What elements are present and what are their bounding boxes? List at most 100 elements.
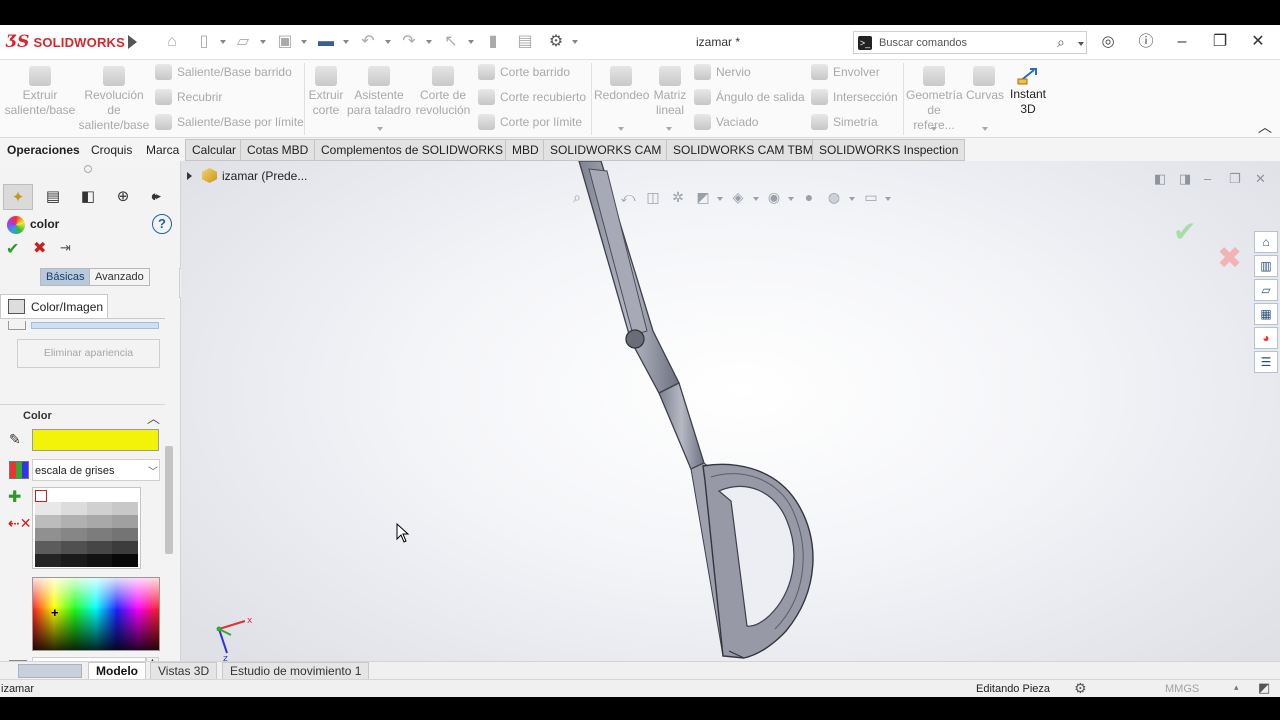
rebuild-status-icon[interactable]: ⚙ xyxy=(1074,680,1087,697)
home-icon[interactable]: ⌂ xyxy=(161,32,183,52)
save-dropdown-icon[interactable] xyxy=(301,40,307,44)
shell-button[interactable]: Vaciado xyxy=(694,113,758,131)
viewport-minimize-icon[interactable]: – xyxy=(1204,171,1211,186)
flyout-feature-tree[interactable]: izamar (Prede... xyxy=(187,168,307,183)
tab-modelo[interactable]: Modelo xyxy=(88,662,146,680)
redo-icon[interactable]: ↷ xyxy=(398,32,420,52)
color-image-tab[interactable]: Color/Imagen xyxy=(0,294,108,318)
swept-boss-button[interactable]: Saliente/Base barrido xyxy=(155,63,292,81)
search-icon[interactable]: ⌕ xyxy=(1057,34,1065,51)
tab-solidworks-inspection[interactable]: SOLIDWORKS Inspection xyxy=(812,139,966,161)
curves-button[interactable]: Curvas xyxy=(966,66,1004,103)
panel-tabs-scroll-icon[interactable]: ◂▸ xyxy=(152,191,161,202)
linear-pattern-button[interactable]: Matriz lineal xyxy=(652,66,688,118)
loft-button[interactable]: Recubrir xyxy=(155,88,222,106)
appearances-scenes-icon[interactable]: ◕ xyxy=(1254,327,1278,349)
tab-calcular[interactable]: Calcular xyxy=(185,139,244,161)
solidworks-resources-icon[interactable]: ⌂ xyxy=(1254,231,1278,253)
tab-operaciones[interactable]: Operaciones xyxy=(0,139,87,161)
close-window-button[interactable]: ✕ xyxy=(1244,30,1272,54)
open-dropdown-icon[interactable] xyxy=(260,40,266,44)
chevron-up-icon[interactable]: ︿ xyxy=(147,408,160,427)
custom-properties-icon[interactable]: ☰ xyxy=(1254,351,1278,373)
remove-appearance-button[interactable]: Eliminar apariencia xyxy=(17,339,160,368)
viewport-split-icon[interactable]: ◧ xyxy=(1154,171,1166,187)
tab-solidworks-cam[interactable]: SOLIDWORKS CAM xyxy=(543,139,669,161)
print-icon[interactable]: ▬ xyxy=(315,32,337,52)
picker-crosshair-icon[interactable]: + xyxy=(51,605,59,620)
graphics-area[interactable]: izamar (Prede... ⌕ ⌕ ⤺ ◫ ✲ ◩ ◈ ◉ ● ◍ ▭ ◧… xyxy=(181,161,1280,661)
curves-dropdown-icon[interactable] xyxy=(982,127,988,131)
dimxpert-tab[interactable]: ⊕ xyxy=(108,184,138,210)
confirm-ok-icon[interactable]: ✔ xyxy=(1173,215,1196,248)
select-dropdown-icon[interactable] xyxy=(468,40,474,44)
command-search[interactable]: >_ Buscar comandos ⌕ xyxy=(853,31,1087,54)
save-icon[interactable]: ▣ xyxy=(274,32,296,52)
rib-button[interactable]: Nervio xyxy=(694,63,751,81)
units-dropdown-icon[interactable]: ▴ xyxy=(1234,682,1239,693)
eyedropper-icon[interactable]: ✎ xyxy=(9,431,27,451)
print-dropdown-icon[interactable] xyxy=(343,40,349,44)
view-settings-dropdown-icon[interactable] xyxy=(885,197,891,201)
tab-motion-study[interactable]: Estudio de movimiento 1 xyxy=(222,662,370,680)
property-manager-tab[interactable]: ▤ xyxy=(38,184,68,210)
undo-dropdown-icon[interactable] xyxy=(385,40,391,44)
file-explorer-icon[interactable]: ▱ xyxy=(1254,279,1278,301)
help-icon[interactable]: ⓘ xyxy=(1135,32,1157,52)
viewport-restore-icon[interactable]: ❐ xyxy=(1229,171,1241,187)
undo-icon[interactable]: ↶ xyxy=(357,32,379,52)
revolved-cut-button[interactable]: Corte de revolución xyxy=(413,66,473,118)
color-section-header[interactable]: Color ︿ xyxy=(0,404,165,426)
file-properties-icon[interactable]: ▤ xyxy=(514,32,536,52)
wrap-button[interactable]: Envolver xyxy=(811,63,880,81)
fillet-button[interactable]: Redondeo xyxy=(594,66,649,103)
redo-dropdown-icon[interactable] xyxy=(426,40,432,44)
reference-geometry-button[interactable]: Geometría de refere... xyxy=(906,66,963,133)
minimize-window-button[interactable]: – xyxy=(1168,30,1196,54)
lofted-cut-button[interactable]: Corte recubierto xyxy=(478,88,586,106)
instant3d-button[interactable]: Instant 3D xyxy=(1006,66,1050,117)
configuration-manager-tab[interactable]: ◧ xyxy=(73,184,103,210)
hole-wizard-button[interactable]: Asistente para taladro xyxy=(346,66,412,118)
open-folder-icon[interactable]: ▱ xyxy=(232,32,254,52)
feature-manager-tab[interactable]: ✦ xyxy=(3,184,33,210)
cancel-x-icon[interactable]: ✖ xyxy=(33,238,46,258)
new-document-icon[interactable]: ▯ xyxy=(193,32,215,52)
tab-scroll-arrows[interactable] xyxy=(18,664,82,678)
pin-icon[interactable]: ⇥ xyxy=(60,240,71,256)
tab-solidworks-cam-tbm[interactable]: SOLIDWORKS CAM TBM xyxy=(666,139,820,161)
select-icon[interactable]: ↖ xyxy=(440,32,462,52)
solidworks-logo[interactable]: ƷS SOLIDWORKS xyxy=(6,31,125,53)
panel-scrollbar[interactable] xyxy=(165,446,173,554)
tab-complementos[interactable]: Complementos de SOLIDWORKS xyxy=(314,139,511,161)
mirror-button[interactable]: Simetría xyxy=(811,113,878,131)
advanced-mode-button[interactable]: Avanzado xyxy=(89,268,150,286)
design-library-icon[interactable]: ▥ xyxy=(1254,255,1278,277)
customize-status-icon[interactable]: ◩ xyxy=(1258,680,1270,696)
intersect-button[interactable]: Intersección xyxy=(811,88,898,106)
grayscale-swatches[interactable] xyxy=(32,487,141,569)
viewport-close-icon[interactable]: ✕ xyxy=(1255,171,1266,187)
reference-geometry-dropdown-icon[interactable] xyxy=(931,127,937,131)
remove-color-icon[interactable]: ⇠✕ xyxy=(8,515,31,535)
tab-marca[interactable]: Marca xyxy=(139,139,186,161)
confirm-cancel-icon[interactable]: ✖ xyxy=(1217,241,1242,276)
restore-window-button[interactable]: ❐ xyxy=(1206,30,1234,54)
tab-cotas-mbd[interactable]: Cotas MBD xyxy=(240,139,316,161)
unit-system[interactable]: MMGS xyxy=(1165,683,1199,695)
pattern-dropdown-icon[interactable] xyxy=(666,127,672,131)
options-dropdown-icon[interactable] xyxy=(572,40,578,44)
tab-croquis[interactable]: Croquis xyxy=(84,139,139,161)
fillet-dropdown-icon[interactable] xyxy=(618,127,624,131)
extruded-cut-button[interactable]: Extruir corte xyxy=(307,66,345,118)
add-color-icon[interactable]: ✚ xyxy=(8,487,28,507)
view-settings-icon[interactable]: ▭ xyxy=(861,188,881,206)
apply-scene-dropdown-icon[interactable] xyxy=(849,197,855,201)
options-gear-icon[interactable]: ⚙ xyxy=(545,32,567,52)
boundary-cut-button[interactable]: Corte por límite xyxy=(478,113,582,131)
color-spectrum-picker[interactable]: + xyxy=(32,577,160,651)
search-dropdown-icon[interactable] xyxy=(1078,42,1084,46)
user-account-icon[interactable]: ◎ xyxy=(1097,32,1119,52)
draft-button[interactable]: Ángulo de salida xyxy=(694,88,805,106)
ok-check-icon[interactable]: ✔ xyxy=(6,239,19,259)
